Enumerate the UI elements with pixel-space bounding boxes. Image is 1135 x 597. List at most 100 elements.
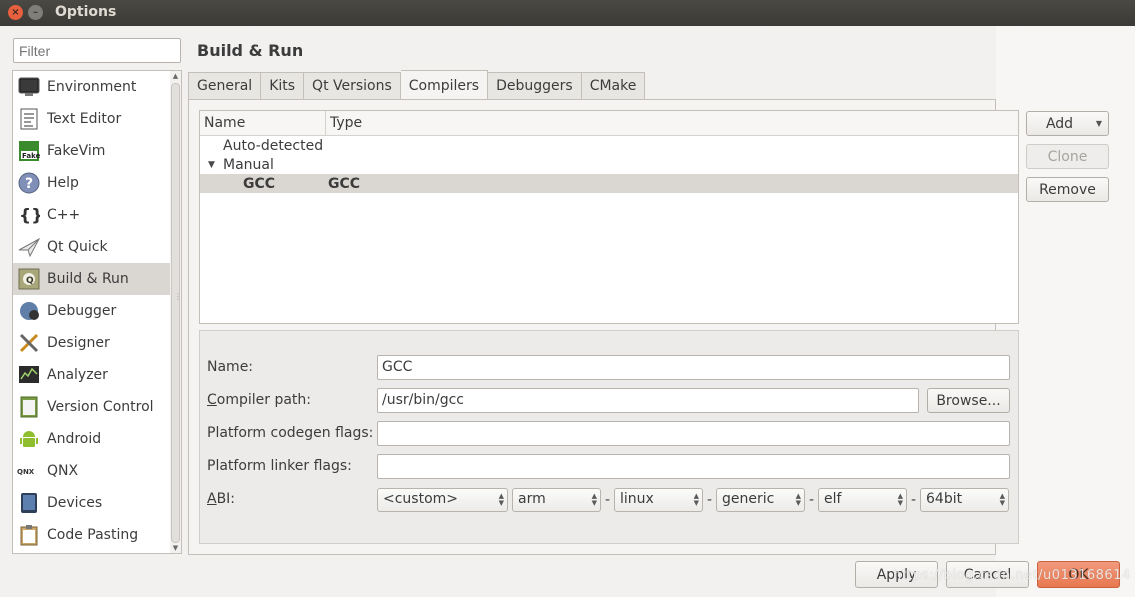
designer-tools-icon bbox=[17, 331, 41, 355]
expand-arrow-icon[interactable]: ▼ bbox=[208, 160, 215, 170]
sidebar-item-debugger[interactable]: Debugger bbox=[13, 295, 170, 327]
tab-qt-versions[interactable]: Qt Versions bbox=[304, 72, 401, 100]
sidebar-item-label: Designer bbox=[47, 335, 110, 351]
tree-group-manual[interactable]: ▼ Manual bbox=[200, 155, 1018, 174]
remove-button[interactable]: Remove bbox=[1026, 177, 1109, 202]
combo-value: elf bbox=[824, 491, 842, 507]
abi-separator: - bbox=[809, 492, 815, 508]
window-close-button[interactable]: × bbox=[8, 5, 23, 20]
sidebar-item-code-pasting[interactable]: Code Pasting bbox=[13, 519, 170, 551]
abi-label: ABI: bbox=[207, 491, 235, 507]
sidebar-item-label: Help bbox=[47, 175, 79, 191]
sidebar-item-analyzer[interactable]: Analyzer bbox=[13, 359, 170, 391]
compiler-path-field[interactable]: /usr/bin/gcc bbox=[377, 388, 919, 413]
codegen-flags-field[interactable] bbox=[377, 421, 1010, 446]
tab-general[interactable]: General bbox=[188, 72, 262, 100]
tab-debuggers[interactable]: Debuggers bbox=[488, 72, 582, 100]
svg-text:Fake: Fake bbox=[22, 152, 40, 160]
tree-group-label: Auto-detected bbox=[223, 137, 324, 154]
sidebar-item-qt-quick[interactable]: Qt Quick bbox=[13, 231, 170, 263]
abi-architecture-select[interactable]: <custom> ▲ ▼ bbox=[377, 488, 508, 512]
sidebar-item-designer[interactable]: Designer bbox=[13, 327, 170, 359]
scrollbar-thumb[interactable] bbox=[171, 83, 180, 543]
text-document-icon bbox=[17, 107, 41, 131]
combo-value: linux bbox=[620, 491, 654, 507]
abi-arch-select[interactable]: arm ▲ ▼ bbox=[512, 488, 601, 512]
sidebar-item-label: Qt Quick bbox=[47, 239, 108, 255]
name-field[interactable]: GCC bbox=[377, 355, 1010, 380]
tree-group-auto-detected[interactable]: Auto-detected bbox=[200, 136, 1018, 155]
sidebar-item-text-editor[interactable]: Text Editor bbox=[13, 103, 170, 135]
spin-arrows-icon: ▲ ▼ bbox=[999, 492, 1005, 507]
sidebar-item-cpp[interactable]: {} C++ bbox=[13, 199, 170, 231]
label-rest: ompiler path: bbox=[216, 392, 312, 408]
sidebar-item-label: Text Editor bbox=[47, 111, 122, 127]
window-minimize-button[interactable]: – bbox=[28, 5, 43, 20]
svg-text:Q: Q bbox=[26, 276, 34, 286]
svg-text:QNX: QNX bbox=[17, 468, 35, 476]
combo-value: arm bbox=[518, 491, 546, 507]
qnx-icon: QNX bbox=[17, 459, 41, 483]
splitter-handle-icon[interactable]: ⋮ bbox=[174, 292, 182, 301]
compiler-tree[interactable]: Name Type Auto-detected ▼ Manual GCC GCC bbox=[199, 110, 1019, 324]
dropdown-arrow-icon: ▼ bbox=[1095, 119, 1102, 128]
abi-wordwidth-select[interactable]: 64bit ▲ ▼ bbox=[920, 488, 1009, 512]
add-button-label: Add bbox=[1045, 115, 1074, 132]
tab-cmake[interactable]: CMake bbox=[581, 72, 646, 100]
tab-compilers[interactable]: Compilers bbox=[400, 70, 489, 100]
sidebar-item-qnx[interactable]: QNX QNX bbox=[13, 455, 170, 487]
mnemonic-char: A bbox=[207, 491, 217, 507]
sidebar-item-label: Build & Run bbox=[47, 271, 129, 287]
sidebar-item-android[interactable]: Android bbox=[13, 423, 170, 455]
label-rest: BI: bbox=[216, 491, 236, 507]
sidebar-item-label: Debugger bbox=[47, 303, 117, 319]
row-type: GCC bbox=[328, 175, 361, 192]
abi-separator: - bbox=[911, 492, 917, 508]
codegen-flags-label: Platform codegen flags: bbox=[207, 425, 374, 441]
mnemonic-char: C bbox=[207, 392, 217, 408]
browse-button[interactable]: Browse... bbox=[927, 388, 1010, 413]
clipboard-icon bbox=[17, 523, 41, 547]
combo-value: generic bbox=[722, 491, 775, 507]
linker-flags-field[interactable] bbox=[377, 454, 1010, 479]
sidebar-scrollbar[interactable]: ▲ ▼ bbox=[170, 70, 182, 554]
clone-button[interactable]: Clone bbox=[1026, 144, 1109, 169]
options-category-list: Environment Text Editor Fake FakeVim ? H… bbox=[12, 70, 171, 554]
paper-plane-icon bbox=[17, 235, 41, 259]
sidebar-item-label: QNX bbox=[47, 463, 79, 479]
braces-icon: {} bbox=[17, 203, 41, 227]
spin-arrows-icon: ▲ ▼ bbox=[693, 492, 699, 507]
tree-row-gcc[interactable]: GCC GCC bbox=[200, 174, 1018, 193]
sidebar-item-build-run[interactable]: Q Build & Run bbox=[13, 263, 170, 295]
spin-arrows-icon: ▲ ▼ bbox=[591, 492, 597, 507]
add-button[interactable]: Add ▼ bbox=[1026, 111, 1109, 136]
svg-text:?: ? bbox=[25, 176, 33, 192]
title-bar: × – Options bbox=[0, 0, 1135, 26]
filter-input[interactable] bbox=[13, 38, 181, 63]
bug-icon bbox=[17, 299, 41, 323]
sidebar-item-version-control[interactable]: Version Control bbox=[13, 391, 170, 423]
build-run-icon: Q bbox=[17, 267, 41, 291]
spin-arrows-icon: ▲ ▼ bbox=[498, 492, 504, 507]
column-header-name[interactable]: Name bbox=[200, 111, 326, 135]
scroll-up-icon[interactable]: ▲ bbox=[170, 72, 181, 80]
column-header-type[interactable]: Type bbox=[326, 111, 1018, 135]
abi-flavor-select[interactable]: generic ▲ ▼ bbox=[716, 488, 805, 512]
android-icon bbox=[17, 427, 41, 451]
svg-text:{}: {} bbox=[19, 206, 40, 226]
sidebar-item-fakevim[interactable]: Fake FakeVim bbox=[13, 135, 170, 167]
analyzer-icon bbox=[17, 363, 41, 387]
abi-format-select[interactable]: elf ▲ ▼ bbox=[818, 488, 907, 512]
sidebar-item-label: Analyzer bbox=[47, 367, 108, 383]
scroll-down-icon[interactable]: ▼ bbox=[170, 544, 181, 552]
row-name: GCC bbox=[243, 175, 276, 192]
fakevim-icon: Fake bbox=[17, 139, 41, 163]
abi-os-select[interactable]: linux ▲ ▼ bbox=[614, 488, 703, 512]
sidebar-item-label: C++ bbox=[47, 207, 81, 223]
sidebar-item-environment[interactable]: Environment bbox=[13, 71, 170, 103]
abi-separator: - bbox=[707, 492, 713, 508]
sidebar-item-help[interactable]: ? Help bbox=[13, 167, 170, 199]
tab-kits[interactable]: Kits bbox=[261, 72, 305, 100]
combo-value: <custom> bbox=[383, 491, 459, 507]
sidebar-item-devices[interactable]: Devices bbox=[13, 487, 170, 519]
